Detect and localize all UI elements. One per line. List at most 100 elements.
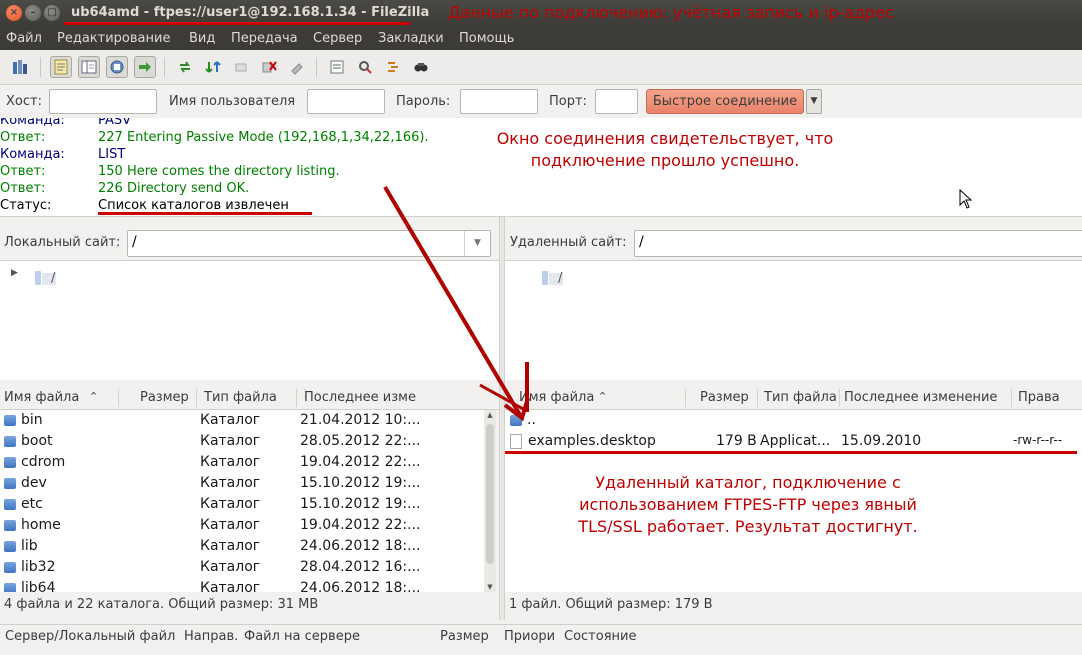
process-queue-icon[interactable] — [202, 56, 224, 78]
close-window-button[interactable]: × — [6, 5, 22, 21]
reconnect-icon[interactable] — [286, 56, 308, 78]
disconnect-icon[interactable] — [258, 56, 280, 78]
table-row[interactable]: boot Каталог 28.05.2012 22:... — [0, 431, 484, 452]
status-annotation-underline — [98, 212, 312, 215]
menu-transfer[interactable]: Передача — [231, 31, 298, 46]
local-col-filename[interactable]: Имя файла — [4, 390, 79, 405]
table-row[interactable]: lib Каталог 24.06.2012 18:... — [0, 536, 484, 557]
quickconnect-dropdown-button[interactable]: ▼ — [806, 89, 822, 114]
folder-icon — [4, 583, 16, 592]
queue-col-server-local[interactable]: Сервер/Локальный файл — [5, 629, 175, 644]
title-annotation-underline — [64, 22, 410, 25]
file-type: Каталог — [200, 475, 261, 491]
menu-server[interactable]: Сервер — [313, 31, 362, 46]
site-manager-icon[interactable] — [9, 56, 31, 78]
table-row[interactable]: lib32 Каталог 28.04.2012 16:... — [0, 557, 484, 578]
compare-directories-icon[interactable] — [354, 56, 376, 78]
local-tree-icon[interactable] — [78, 56, 100, 78]
remote-tree-root[interactable]: / — [540, 269, 566, 287]
table-row[interactable]: etc Каталог 15.10.2012 19:... — [0, 494, 484, 515]
username-input[interactable] — [307, 89, 385, 114]
expand-arrow-icon[interactable]: ▶ — [11, 268, 18, 278]
table-row[interactable]: dev Каталог 15.10.2012 19:... — [0, 473, 484, 494]
remote-tree-icon[interactable] — [106, 56, 128, 78]
file-permissions: -rw-r--r-- — [1013, 433, 1063, 447]
remote-col-filename[interactable]: Имя файла — [519, 390, 594, 405]
local-col-modified[interactable]: Последнее изме — [304, 390, 416, 405]
local-tree-root[interactable]: / — [33, 269, 59, 287]
menu-file[interactable]: Файл — [6, 31, 42, 46]
queue-col-direction[interactable]: Направ. — [184, 629, 238, 644]
scroll-up-icon[interactable]: ▲ — [484, 411, 496, 419]
menu-edit[interactable]: Редактирование — [57, 31, 170, 46]
window-title: ub64amd - ftpes://user1@192.168.1.34 - F… — [71, 5, 430, 20]
file-name: lib — [21, 538, 38, 554]
file-type: Каталог — [200, 538, 261, 554]
scroll-down-icon[interactable]: ▼ — [484, 583, 496, 591]
queue-col-status[interactable]: Состояние — [564, 629, 636, 644]
cancel-operation-icon[interactable] — [230, 56, 252, 78]
table-row[interactable]: bin Каталог 21.04.2012 10:... — [0, 410, 484, 431]
local-path-combobox[interactable]: / ▼ — [127, 230, 491, 257]
remote-path-combobox[interactable]: / — [634, 230, 1082, 257]
menu-bookmarks[interactable]: Закладки — [378, 31, 444, 46]
log-type: Статус: — [0, 198, 52, 213]
table-row[interactable]: examples.desktop 179 B Applicat... 15.09… — [505, 431, 1082, 452]
table-row[interactable]: .. — [505, 410, 1082, 431]
folder-icon — [4, 415, 16, 426]
file-name: dev — [21, 475, 47, 491]
table-row[interactable]: lib64 Каталог 24.06.2012 18:... — [0, 578, 484, 592]
folder-icon — [4, 499, 16, 510]
password-label: Пароль: — [396, 94, 451, 109]
column-separator — [196, 389, 197, 407]
file-modified: 24.06.2012 18:... — [300, 538, 421, 554]
port-input[interactable] — [595, 89, 638, 114]
log-message: 226 Directory send OK. — [98, 181, 250, 196]
log-message: 227 Entering Passive Mode (192,168,1,34,… — [98, 130, 429, 145]
synchronized-browsing-icon[interactable] — [382, 56, 404, 78]
transfer-queue-header: Сервер/Локальный файл Направ. Файл на се… — [0, 624, 1082, 648]
file-type: Каталог — [200, 559, 261, 575]
directory-listing-filters-icon[interactable] — [326, 56, 348, 78]
toolbar-separator — [164, 57, 165, 77]
file-icon — [510, 434, 522, 449]
message-log-icon[interactable] — [50, 56, 72, 78]
maximize-window-button[interactable]: □ — [44, 5, 60, 21]
quickconnect-button[interactable]: Быстрое соединение — [646, 89, 804, 114]
host-label: Хост: — [6, 94, 42, 109]
local-col-type[interactable]: Тип файла — [204, 390, 277, 405]
remote-col-permissions[interactable]: Права — [1018, 390, 1060, 405]
refresh-icon[interactable] — [174, 56, 196, 78]
log-type: Команда: — [0, 118, 65, 128]
host-input[interactable] — [49, 89, 157, 114]
remote-col-modified[interactable]: Последнее изменение — [844, 390, 997, 405]
log-message: 150 Here comes the directory listing. — [98, 164, 340, 179]
queue-col-size[interactable]: Размер — [440, 629, 489, 644]
log-annotation: Окно соединения свидетельствует, что под… — [496, 129, 834, 170]
table-row[interactable]: home Каталог 19.04.2012 22:... — [0, 515, 484, 536]
transfer-queue-icon[interactable] — [134, 56, 156, 78]
menu-help[interactable]: Помощь — [459, 31, 514, 46]
file-name: boot — [21, 433, 53, 449]
password-input[interactable] — [460, 89, 538, 114]
menu-view[interactable]: Вид — [189, 31, 215, 46]
file-name: bin — [21, 412, 43, 428]
table-row[interactable]: cdrom Каталог 19.04.2012 22:... — [0, 452, 484, 473]
remote-col-size[interactable]: Размер — [700, 390, 749, 405]
search-remote-files-icon[interactable] — [410, 56, 432, 78]
quickconnect-bar: Хост: Имя пользователя Пароль: Порт: Быс… — [0, 86, 1082, 118]
minimize-window-button[interactable]: – — [25, 5, 41, 21]
local-list-scrollbar[interactable]: ▲ ▼ — [484, 410, 496, 592]
queue-col-priority[interactable]: Приори — [504, 629, 555, 644]
column-separator — [1011, 389, 1012, 407]
folder-icon — [4, 541, 16, 552]
remote-path-value: / — [639, 234, 644, 250]
file-modified: 15.10.2012 19:... — [300, 475, 421, 491]
scrollbar-thumb[interactable] — [486, 424, 494, 564]
local-file-list: bin Каталог 21.04.2012 10:... boot Катал… — [0, 410, 484, 592]
file-name: lib32 — [21, 559, 56, 575]
local-col-size[interactable]: Размер — [140, 390, 189, 405]
chevron-down-icon[interactable]: ▼ — [464, 231, 490, 256]
queue-col-remote-file[interactable]: Файл на сервере — [244, 629, 360, 644]
remote-col-type[interactable]: Тип файла — [764, 390, 837, 405]
